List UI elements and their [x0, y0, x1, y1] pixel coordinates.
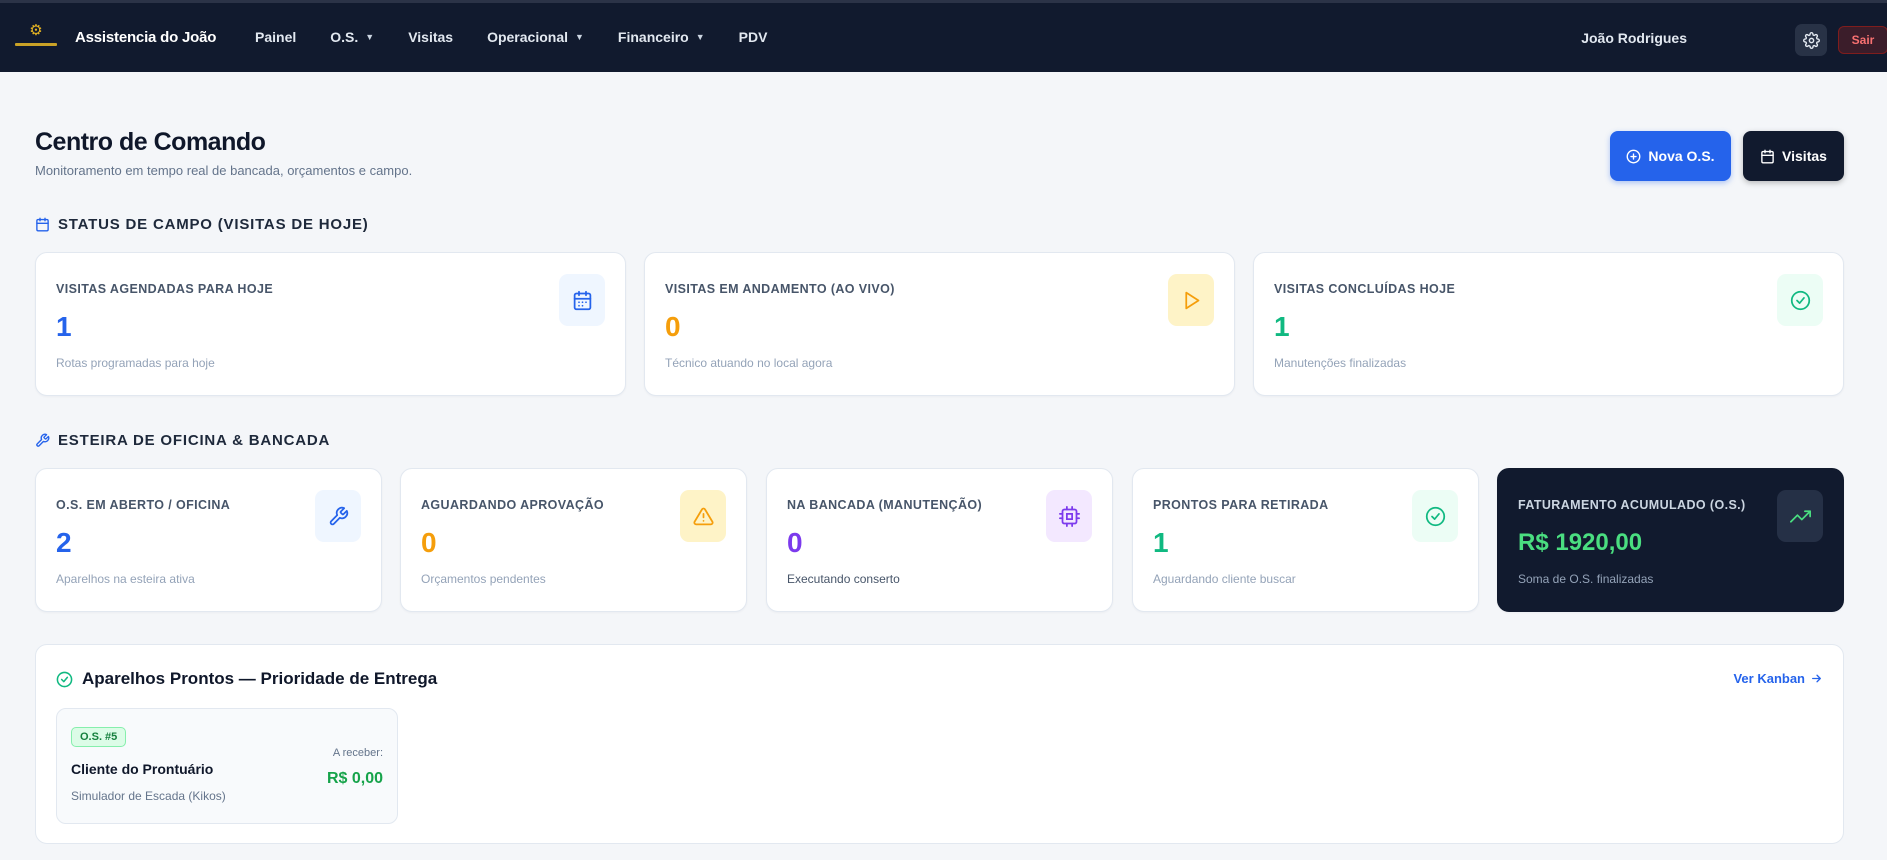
stat-label: VISITAS EM ANDAMENTO (AO VIVO) [665, 282, 895, 296]
alert-triangle-icon [680, 490, 726, 542]
settings-button[interactable] [1795, 24, 1827, 56]
stat-card-os-open[interactable]: O.S. EM ABERTO / OFICINA 2 Aparelhos na … [35, 468, 382, 612]
stat-label: O.S. EM ABERTO / OFICINA [56, 498, 231, 512]
calendar-icon [36, 217, 49, 232]
stat-label: FATURAMENTO ACUMULADO (O.S.) [1518, 498, 1746, 512]
nav-label: Operacional [487, 29, 568, 45]
cpu-icon [1046, 490, 1092, 542]
stat-desc: Manutenções finalizadas [1274, 356, 1407, 370]
new-os-button[interactable]: Nova O.S. [1610, 131, 1731, 181]
stat-label: AGUARDANDO APROVAÇÃO [421, 498, 604, 512]
stat-label: VISITAS AGENDADAS PARA HOJE [56, 282, 274, 296]
check-circle-icon [1412, 490, 1458, 542]
caret-down-icon: ▼ [695, 32, 705, 42]
nav-painel[interactable]: Painel [255, 29, 296, 45]
stat-value: R$ 1920,00 [1518, 529, 1643, 556]
field-status-heading: STATUS DE CAMPO (VISITAS DE HOJE) [35, 216, 369, 233]
nav-pdv[interactable]: PDV [739, 29, 768, 45]
stat-label: NA BANCADA (MANUTENÇÃO) [787, 498, 983, 512]
os-receivable-value: R$ 0,00 [326, 770, 383, 787]
logo-gear-icon: ⚙ [29, 22, 43, 39]
stat-value: 2 [56, 527, 72, 558]
play-icon [1168, 274, 1214, 326]
nav-operacional[interactable]: Operacional ▼ [487, 29, 584, 45]
section-title: STATUS DE CAMPO (VISITAS DE HOJE) [58, 216, 369, 233]
caret-down-icon: ▼ [575, 32, 584, 42]
stat-desc: Executando conserto [787, 572, 900, 586]
visits-button[interactable]: Visitas [1743, 131, 1844, 181]
stat-desc: Aparelhos na esteira ativa [56, 572, 195, 586]
nav-label: Painel [255, 29, 297, 45]
visits-label: Visitas [1782, 148, 1827, 164]
os-receivable-label: A receber: [332, 747, 383, 759]
stat-desc: Rotas programadas para hoje [56, 356, 215, 370]
stat-desc: Aguardando cliente buscar [1153, 572, 1296, 586]
plus-circle-icon [1626, 149, 1641, 163]
stat-card-visits-done[interactable]: VISITAS CONCLUÍDAS HOJE 1 Manutenções fi… [1253, 252, 1844, 396]
stat-value: 1 [1153, 527, 1169, 558]
arrow-right-icon [1812, 674, 1821, 683]
section-title: ESTEIRA DE OFICINA & BANCADA [58, 432, 331, 449]
logout-button[interactable]: Sair [1838, 26, 1887, 54]
user-name[interactable]: João Rodrigues [1507, 30, 1687, 46]
brand-logo[interactable]: ⚙ [14, 23, 58, 53]
workshop-heading: ESTEIRA DE OFICINA & BANCADA [35, 432, 330, 449]
os-product: Simulador de Escada (Kikos) [71, 789, 226, 803]
nav-visitas[interactable]: Visitas [408, 29, 453, 45]
stat-card-on-bench[interactable]: NA BANCADA (MANUTENÇÃO) 0 Executando con… [766, 468, 1113, 612]
wrench-icon [36, 433, 50, 447]
top-navbar: ⚙ Assistencia do João Painel O.S. ▼ Visit… [0, 0, 1887, 72]
page-title: Centro de Comando [35, 128, 266, 156]
nav-label: PDV [738, 29, 768, 45]
wrench-icon [315, 490, 361, 542]
stat-value: 0 [421, 527, 437, 558]
stat-desc: Orçamentos pendentes [421, 572, 546, 586]
nav-os[interactable]: O.S. ▼ [330, 29, 374, 45]
caret-down-icon: ▼ [365, 32, 375, 42]
panel-title: Aparelhos Prontos — Prioridade de Entreg… [56, 669, 437, 689]
stat-value: 0 [665, 311, 681, 342]
panel-title-text: Aparelhos Prontos — Prioridade de Entreg… [82, 669, 438, 688]
ready-os-card[interactable]: O.S. #5 Cliente do Prontuário Simulador … [56, 708, 398, 824]
stat-card-visits-scheduled[interactable]: VISITAS AGENDADAS PARA HOJE 1 Rotas prog… [35, 252, 626, 396]
check-circle-icon [1777, 274, 1823, 326]
logo-strip [15, 43, 57, 46]
stat-card-ready-pickup[interactable]: PRONTOS PARA RETIRADA 1 Aguardando clien… [1132, 468, 1479, 612]
main-nav: Painel O.S. ▼ Visitas Operacional ▼ Financ… [255, 29, 801, 45]
calendar-icon [1761, 149, 1774, 163]
stat-desc: Técnico atuando no local agora [665, 356, 833, 370]
trending-up-icon [1777, 490, 1823, 542]
nav-label: Financeiro [617, 29, 689, 45]
stat-label: VISITAS CONCLUÍDAS HOJE [1274, 282, 1456, 296]
ready-devices-panel: Aparelhos Prontos — Prioridade de Entreg… [35, 644, 1844, 844]
stat-value: 1 [56, 311, 72, 342]
stat-value: 1 [1274, 311, 1290, 342]
brand-name[interactable]: Assistencia do João [75, 29, 216, 46]
calendar-icon [559, 274, 605, 326]
stat-value: 0 [787, 527, 803, 558]
os-number-badge: O.S. #5 [71, 727, 127, 747]
nav-financeiro[interactable]: Financeiro ▼ [618, 29, 705, 45]
view-kanban-link[interactable]: Ver Kanban [1733, 671, 1823, 686]
stat-label: PRONTOS PARA RETIRADA [1153, 498, 1329, 512]
new-os-label: Nova O.S. [1648, 148, 1715, 164]
os-client-name: Cliente do Prontuário [71, 761, 214, 777]
nav-label: Visitas [408, 29, 454, 45]
gear-icon [1802, 31, 1820, 49]
stat-desc: Soma de O.S. finalizadas [1518, 572, 1654, 586]
stat-card-visits-in-progress[interactable]: VISITAS EM ANDAMENTO (AO VIVO) 0 Técnico… [644, 252, 1235, 396]
stat-card-awaiting-approval[interactable]: AGUARDANDO APROVAÇÃO 0 Orçamentos penden… [400, 468, 747, 612]
check-circle-icon [56, 671, 73, 687]
nav-label: O.S. [330, 29, 359, 45]
page-subtitle: Monitoramento em tempo real de bancada, … [35, 163, 413, 178]
view-kanban-label: Ver Kanban [1733, 671, 1805, 686]
stat-card-revenue[interactable]: FATURAMENTO ACUMULADO (O.S.) R$ 1920,00 … [1497, 468, 1844, 612]
